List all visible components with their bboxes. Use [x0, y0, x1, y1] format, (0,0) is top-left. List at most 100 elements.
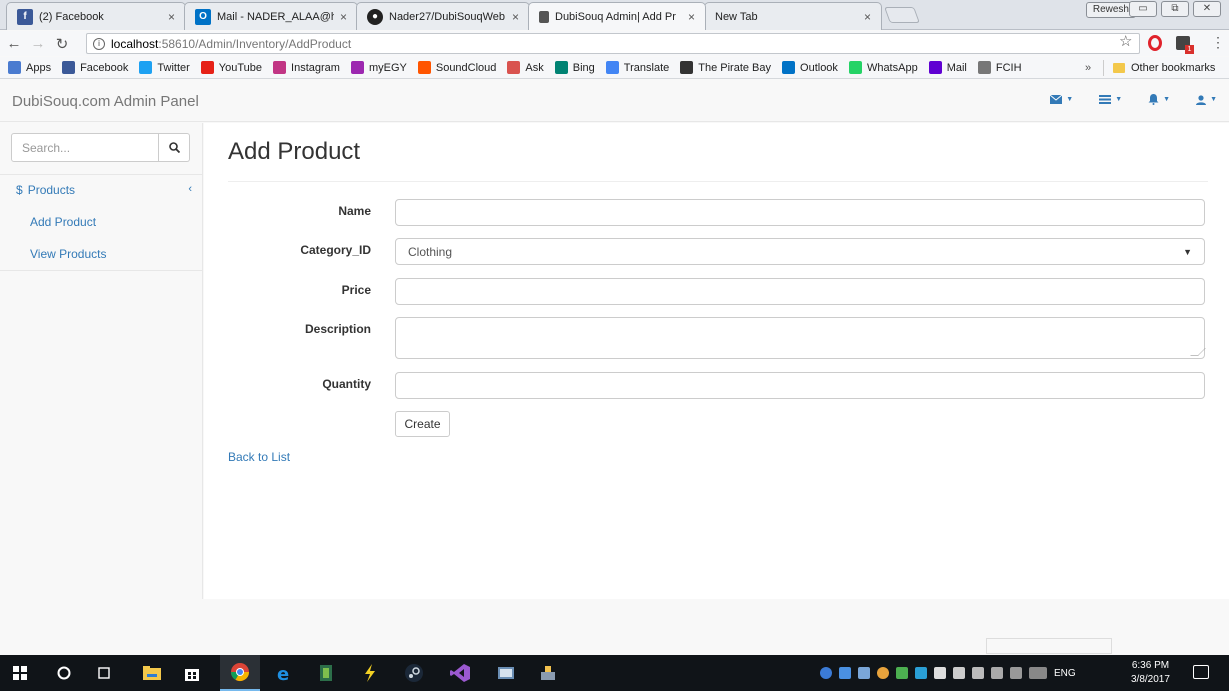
search-button[interactable] [159, 133, 190, 162]
chrome-taskbar-button[interactable] [220, 655, 260, 691]
search-taskbar-button[interactable] [44, 655, 84, 691]
address-bar[interactable]: i localhost:58610/Admin/Inventory/AddPro… [86, 33, 1140, 54]
tray-app-icon[interactable] [839, 667, 851, 679]
app-button-lightning[interactable] [350, 655, 390, 691]
taskbar-clock[interactable]: 6:36 PM 3/8/2017 [1131, 659, 1170, 687]
bookmark-outlook[interactable]: Outlook [782, 61, 838, 74]
other-bookmarks-button[interactable]: Other bookmarks [1113, 62, 1215, 74]
tab-mail[interactable]: O Mail - NADER_ALAA@ho × [184, 2, 358, 30]
bookmark-label: SoundCloud [435, 61, 497, 74]
page-icon [539, 10, 549, 23]
bookmark-the-pirate-bay[interactable]: The Pirate Bay [680, 61, 771, 74]
action-center-icon[interactable] [1193, 665, 1209, 679]
tray-app-icon[interactable] [820, 667, 832, 679]
tasks-dropdown[interactable]: ▼ [1099, 94, 1122, 105]
create-button[interactable]: Create [395, 411, 450, 437]
bookmark-twitter[interactable]: Twitter [139, 61, 190, 74]
bookmark-instagram[interactable]: Instagram [273, 61, 340, 74]
app-button-tools[interactable] [528, 655, 568, 691]
bookmark-bing[interactable]: Bing [554, 61, 595, 74]
maximize-button[interactable]: ⧉ [1161, 1, 1189, 17]
bookmark-apps[interactable]: Apps [8, 61, 51, 74]
edge-button[interactable]: e [264, 655, 304, 691]
category-select[interactable]: Clothing ▼ [395, 238, 1205, 265]
close-window-button[interactable]: ✕ [1193, 1, 1221, 17]
bookmark-facebook[interactable]: Facebook [62, 61, 128, 74]
name-field[interactable] [395, 199, 1205, 226]
bookmark-fcih[interactable]: FCIH [977, 61, 1022, 74]
forward-arrow-icon[interactable]: → [28, 35, 48, 52]
bookmark-youtube-icon [200, 61, 214, 74]
bookmark-label: Translate [623, 61, 670, 74]
network-icon[interactable] [934, 667, 946, 679]
tab-facebook[interactable]: f (2) Facebook × [6, 2, 186, 30]
bookmark-myegy[interactable]: myEGY [350, 61, 407, 74]
bookmark-soundcloud[interactable]: SoundCloud [417, 61, 497, 74]
tab-title: DubiSouq Admin| Add Pr [555, 10, 676, 23]
close-icon[interactable]: × [168, 10, 175, 24]
url-host: localhost [111, 36, 159, 51]
tray-app-icon[interactable] [877, 667, 889, 679]
pen-icon[interactable] [1010, 667, 1022, 679]
volume-icon[interactable] [972, 667, 984, 679]
bookmark-mail[interactable]: Mail [928, 61, 967, 74]
close-icon[interactable]: × [864, 10, 871, 24]
tray-app-icon[interactable] [858, 667, 870, 679]
close-icon[interactable]: × [512, 10, 519, 24]
tab-new-tab[interactable]: New Tab × [704, 2, 882, 30]
alerts-dropdown[interactable]: ▼ [1148, 94, 1170, 105]
sidebar-search [11, 133, 190, 162]
price-field[interactable] [395, 278, 1205, 305]
close-icon[interactable]: × [688, 10, 695, 24]
tray-app-icon[interactable] [915, 667, 927, 679]
sidebar-item-view-products[interactable]: View Products [30, 247, 233, 261]
info-icon[interactable]: i [93, 37, 105, 50]
user-dropdown[interactable]: ▼ [1196, 94, 1217, 105]
brand-title[interactable]: DubiSouq.com Admin Panel [12, 93, 199, 110]
bookmark-whatsapp[interactable]: WhatsApp [848, 61, 918, 74]
quantity-field[interactable] [395, 372, 1205, 399]
quantity-label: Quantity [322, 377, 371, 391]
tab-dubisouq-admin[interactable]: DubiSouq Admin| Add Pr × [528, 2, 706, 30]
search-input[interactable] [11, 133, 159, 162]
store-button[interactable] [172, 655, 212, 691]
opera-extension-icon[interactable] [1148, 35, 1162, 51]
bookmark-translate[interactable]: Translate [605, 61, 670, 74]
start-button[interactable] [0, 655, 40, 691]
close-icon[interactable]: × [340, 10, 347, 24]
keyboard-icon[interactable] [1029, 667, 1047, 679]
sidebar-item-products[interactable]: $ Products ‹ [16, 183, 192, 197]
visual-studio-button[interactable] [440, 655, 480, 691]
bookmark-label: The Pirate Bay [698, 61, 772, 74]
sidebar-item-add-product[interactable]: Add Product [30, 215, 233, 229]
tray-app-icon[interactable] [896, 667, 908, 679]
description-textarea[interactable] [395, 317, 1206, 359]
minimize-button[interactable]: ▭ [1129, 1, 1157, 17]
github-icon: ● [367, 8, 383, 25]
language-indicator[interactable]: ENG [1054, 668, 1076, 679]
back-arrow-icon[interactable]: ← [4, 35, 24, 52]
extension-icon[interactable]: 1 [1176, 36, 1194, 54]
app-button-blend[interactable] [306, 655, 346, 691]
folder-icon [1113, 62, 1125, 73]
new-tab-button[interactable] [884, 7, 920, 23]
wifi-icon[interactable] [991, 667, 1003, 679]
browser-menu-icon[interactable]: ⋮ [1211, 34, 1225, 51]
tab-github[interactable]: ● Nader27/DubiSouqWeb × [356, 2, 530, 30]
resize-handle-icon[interactable] [1190, 348, 1206, 356]
back-to-list-link[interactable]: Back to List [228, 450, 290, 464]
system-tray: ENG [820, 655, 1076, 691]
app-button-steam[interactable] [394, 655, 434, 691]
bookmarks-overflow-button[interactable]: » [1085, 62, 1091, 74]
file-explorer-button[interactable] [132, 655, 172, 691]
bookmark-ask[interactable]: Ask [507, 61, 544, 74]
bookmark-translate-icon [605, 61, 619, 74]
chrome-icon [231, 663, 249, 682]
bookmark-star-icon[interactable]: ☆ [1119, 32, 1132, 50]
reload-icon[interactable]: ↻ [52, 35, 72, 53]
bookmark-youtube[interactable]: YouTube [200, 61, 262, 74]
task-view-button[interactable] [84, 655, 124, 691]
app-button-window[interactable] [486, 655, 526, 691]
messages-dropdown[interactable]: ▼ [1050, 94, 1073, 105]
battery-icon[interactable] [953, 667, 965, 679]
